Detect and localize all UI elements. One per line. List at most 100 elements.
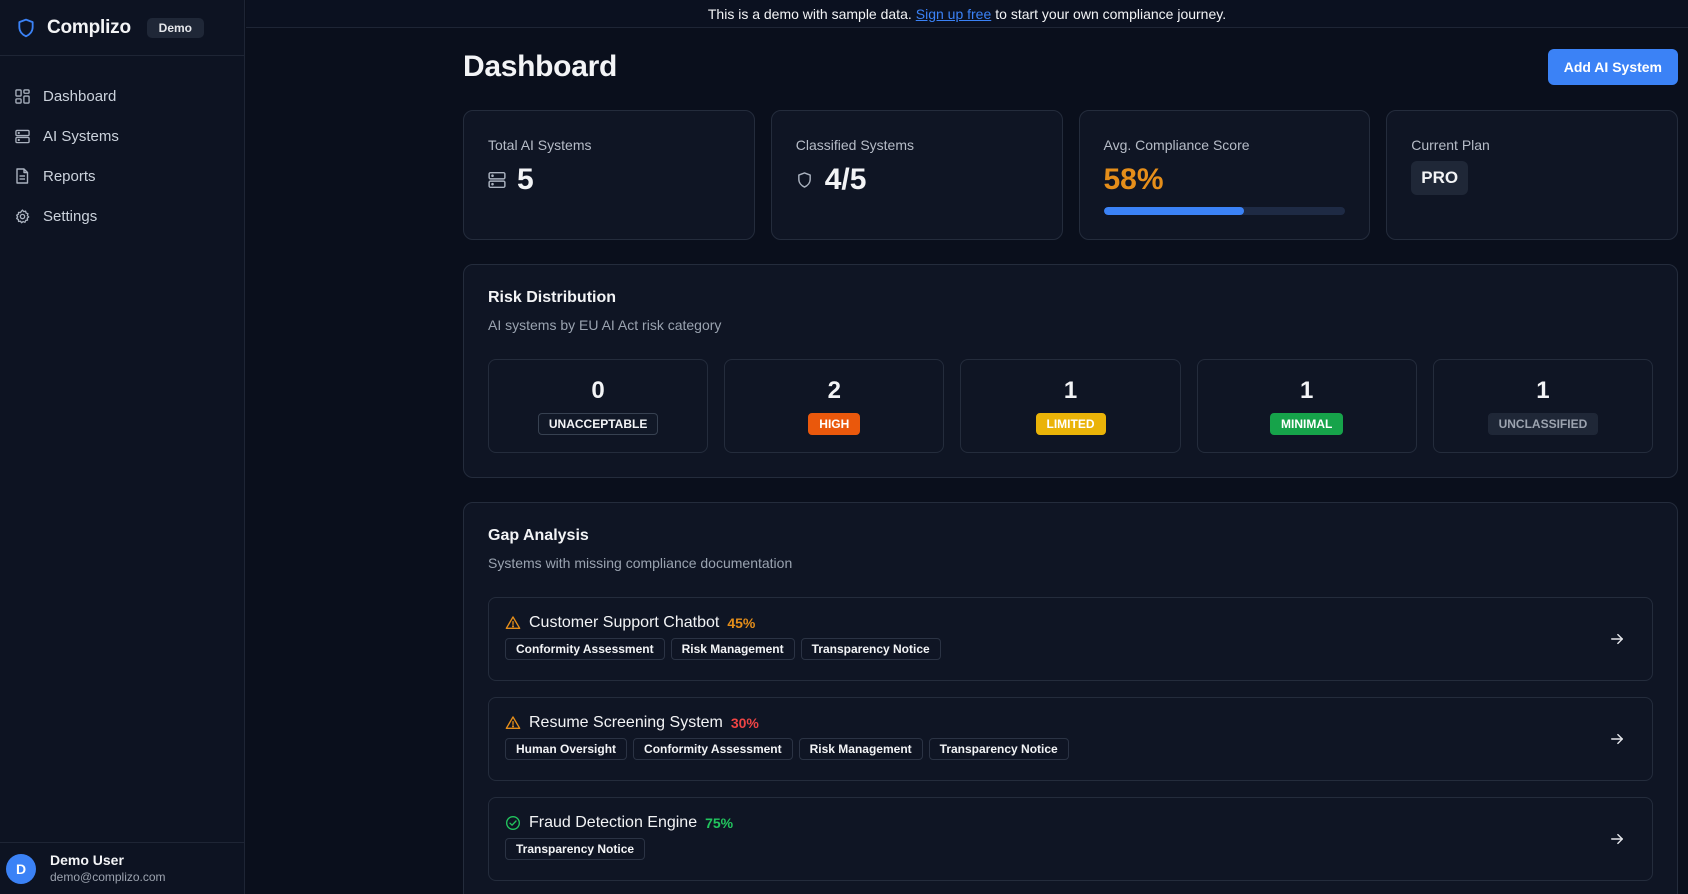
risk-badge: MINIMAL <box>1270 413 1344 435</box>
sidebar: Complizo Demo Dashboard AI Systems Repor… <box>0 0 245 894</box>
user-name: Demo User <box>50 851 124 868</box>
page-title: Dashboard <box>463 50 617 83</box>
arrow-right-icon[interactable] <box>1610 831 1626 847</box>
gap-item-header: Resume Screening System 30% <box>505 714 1636 732</box>
gap-item[interactable]: Resume Screening System 30% Human Oversigh… <box>488 697 1653 781</box>
risk-count: 1 <box>1536 377 1550 404</box>
stat-avg-compliance-score: Avg. Compliance Score 58% <box>1078 110 1371 240</box>
stat-value: 58% <box>1103 163 1164 196</box>
shield-icon <box>796 170 816 190</box>
gap-item[interactable]: Customer Support Chatbot 45% Conformity As… <box>488 597 1653 681</box>
warning-icon <box>505 715 522 732</box>
risk-count: 1 <box>1300 377 1314 404</box>
gap-item-header: Customer Support Chatbot 45% <box>505 614 1636 632</box>
stat-label: Avg. Compliance Score <box>1103 137 1250 153</box>
compliance-progress-bar <box>1103 207 1346 215</box>
gap-item[interactable]: Fraud Detection Engine 75% Transparency No… <box>488 797 1653 881</box>
sidebar-item-dashboard[interactable]: Dashboard <box>0 76 244 116</box>
risk-badge: UNCLASSIFIED <box>1487 413 1599 435</box>
gap-item-header: Fraud Detection Engine 75% <box>505 814 1636 832</box>
stats-row: Total AI Systems 5 Classified Systems 4/… <box>463 110 1678 240</box>
gap-item-percent: 45% <box>727 615 756 631</box>
server-icon <box>488 170 508 190</box>
card-title: Gap Analysis <box>488 527 589 544</box>
missing-doc-tag: Transparency Notice <box>928 738 1069 760</box>
shield-logo-icon <box>16 16 38 40</box>
card-subtitle: Systems with missing compliance document… <box>488 555 793 571</box>
plan-badge: PRO <box>1411 161 1469 195</box>
risk-category-unclassified[interactable]: 1 UNCLASSIFIED <box>1432 359 1654 453</box>
stat-value: 5 <box>517 163 534 196</box>
signup-link[interactable]: Sign up free <box>916 6 992 22</box>
page-header: Dashboard Add AI System <box>463 28 1678 106</box>
risk-category-limited[interactable]: 1 LIMITED <box>960 359 1181 453</box>
sidebar-item-label: AI Systems <box>43 127 119 145</box>
user-profile[interactable]: D Demo User demo@complizo.com <box>0 842 245 894</box>
stat-value: 4/5 <box>824 163 867 196</box>
missing-doc-tags: Conformity Assessment Risk Management Tran… <box>505 638 1636 660</box>
missing-doc-tag: Conformity Assessment <box>505 638 665 660</box>
stat-value-row: 4/5 <box>796 163 1038 197</box>
missing-doc-tag: Conformity Assessment <box>633 738 793 760</box>
risk-category-row: 0 UNACCEPTABLE 2 HIGH 1 LIMITED 1 MINIMA… <box>488 359 1654 453</box>
gap-list: Customer Support Chatbot 45% Conformity As… <box>488 597 1653 881</box>
user-email: demo@complizo.com <box>50 869 166 884</box>
stat-classified-systems: Classified Systems 4/5 <box>770 110 1063 240</box>
risk-count: 1 <box>1063 377 1078 404</box>
stat-value-row: 5 <box>488 163 730 197</box>
missing-doc-tag: Transparency Notice <box>505 838 646 860</box>
missing-doc-tags: Transparency Notice <box>505 838 1636 860</box>
card-subtitle: AI systems by EU AI Act risk category <box>488 317 722 333</box>
sidebar-item-ai-systems[interactable]: AI Systems <box>0 116 244 156</box>
risk-count: 0 <box>591 377 605 404</box>
stat-label: Total AI Systems <box>488 137 592 153</box>
stat-current-plan: Current Plan PRO <box>1386 110 1678 240</box>
stat-label: Current Plan <box>1411 137 1490 153</box>
risk-badge: UNACCEPTABLE <box>537 413 659 435</box>
sidebar-item-settings[interactable]: Settings <box>0 196 244 236</box>
arrow-right-icon[interactable] <box>1610 631 1626 647</box>
stat-total-ai-systems: Total AI Systems 5 <box>463 110 755 240</box>
warning-icon <box>505 615 522 632</box>
avatar: D <box>6 853 36 884</box>
risk-category-unacceptable[interactable]: 0 UNACCEPTABLE <box>488 359 709 453</box>
sidebar-item-label: Settings <box>43 207 98 225</box>
banner-text-prefix: This is a demo with sample data. <box>707 5 912 22</box>
add-ai-system-button[interactable]: Add AI System <box>1547 49 1678 85</box>
risk-distribution-card: Risk Distribution AI systems by EU AI Ac… <box>463 264 1678 478</box>
gap-analysis-card: Gap Analysis Systems with missing compli… <box>463 502 1678 894</box>
gap-item-percent: 75% <box>705 815 734 831</box>
risk-category-high[interactable]: 2 HIGH <box>724 359 945 453</box>
gap-item-name: Resume Screening System <box>529 714 723 731</box>
app-name: Complizo <box>47 16 131 38</box>
missing-doc-tags: Human Oversight Conformity Assessment Risk… <box>505 738 1636 760</box>
gap-item-percent: 30% <box>730 715 759 731</box>
compliance-progress-fill <box>1103 207 1244 215</box>
sidebar-item-label: Dashboard <box>43 87 117 105</box>
check-circle-icon <box>505 815 522 832</box>
demo-banner: This is a demo with sample data. Sign up… <box>246 0 1688 28</box>
file-text-icon <box>14 168 30 184</box>
missing-doc-tag: Human Oversight <box>505 738 628 760</box>
main-content: Dashboard Add AI System Total AI Systems… <box>463 28 1678 894</box>
brand-header: Complizo Demo <box>0 0 244 56</box>
banner-text-suffix: to start your own compliance journey. <box>995 5 1227 22</box>
gap-item-name: Customer Support Chatbot <box>529 614 720 631</box>
sidebar-item-reports[interactable]: Reports <box>0 156 244 196</box>
sidebar-nav: Dashboard AI Systems Reports Settings <box>0 56 244 236</box>
server-icon <box>14 128 30 144</box>
missing-doc-tag: Risk Management <box>798 738 923 760</box>
risk-badge: HIGH <box>808 413 861 435</box>
sidebar-item-label: Reports <box>43 167 96 185</box>
risk-badge: LIMITED <box>1035 413 1106 435</box>
missing-doc-tag: Risk Management <box>670 638 795 660</box>
arrow-right-icon[interactable] <box>1610 731 1626 747</box>
demo-badge: Demo <box>146 17 204 38</box>
gear-icon <box>14 208 30 224</box>
risk-count: 2 <box>827 377 841 404</box>
grid-icon <box>14 88 30 104</box>
card-title: Risk Distribution <box>488 289 617 306</box>
stat-label: Classified Systems <box>795 137 915 153</box>
risk-category-minimal[interactable]: 1 MINIMAL <box>1196 359 1417 453</box>
missing-doc-tag: Transparency Notice <box>800 638 941 660</box>
